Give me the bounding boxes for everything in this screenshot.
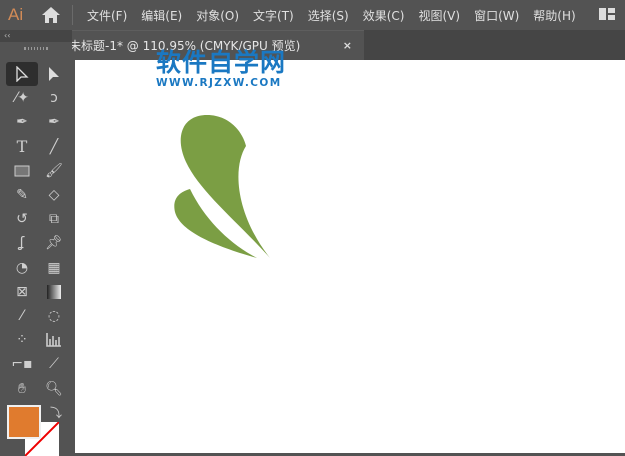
gradient-tool-icon[interactable] — [38, 280, 70, 304]
shaper-tool-icon[interactable]: ✎ — [6, 183, 38, 207]
leaf-artwork[interactable] — [75, 60, 625, 453]
divider — [72, 5, 73, 25]
menu-select[interactable]: 选择(S) — [308, 7, 349, 24]
lasso-tool-icon[interactable]: ↄ — [38, 86, 70, 110]
menu-file[interactable]: 文件(F) — [87, 7, 127, 24]
paintbrush-tool-icon[interactable]: 🖌︎ — [38, 159, 70, 183]
menu-type[interactable]: 文字(T) — [253, 7, 294, 24]
rotate-tool-icon[interactable]: ↺ — [6, 207, 38, 231]
watermark-url: WWW.RJZXW.COM — [156, 77, 282, 89]
eyedropper-tool-icon[interactable]: ⁄ — [6, 304, 38, 328]
direct-selection-tool-icon[interactable] — [38, 62, 70, 86]
menu-object[interactable]: 对象(O) — [196, 7, 239, 24]
menu-edit[interactable]: 编辑(E) — [141, 7, 182, 24]
line-segment-tool-icon[interactable]: ╱ — [38, 135, 70, 159]
magic-wand-tool-icon[interactable]: ⁄✦ — [6, 86, 38, 110]
app-logo: Ai — [8, 5, 24, 24]
rectangle-tool-icon[interactable] — [6, 159, 38, 183]
warp-tool-icon[interactable]: ʆ — [6, 231, 38, 255]
close-icon[interactable]: × — [343, 39, 352, 52]
menu-help[interactable]: 帮助(H) — [533, 7, 575, 24]
blend-tool-icon[interactable]: ◌ — [38, 304, 70, 328]
zoom-tool-icon[interactable]: 🔍︎ — [38, 376, 70, 400]
swap-fill-stroke-icon[interactable]: ⤵ — [50, 404, 62, 421]
perspective-grid-tool-icon[interactable]: ▦ — [38, 256, 70, 280]
watermark-title: 软件自学网 — [156, 48, 287, 77]
menu-view[interactable]: 视图(V) — [418, 7, 460, 24]
artboard-canvas[interactable] — [75, 60, 625, 453]
type-tool-icon[interactable]: T — [6, 135, 38, 159]
column-graph-tool-icon[interactable] — [38, 328, 70, 352]
menu-effect[interactable]: 效果(C) — [363, 7, 405, 24]
selection-tool-icon[interactable] — [6, 62, 38, 87]
collapse-panel-button[interactable]: ‹‹ — [0, 30, 72, 42]
watermark: 软件自学网 WWW.RJZXW.COM — [156, 48, 287, 90]
shape-builder-tool-icon[interactable]: ◔ — [6, 256, 38, 280]
fill-swatch[interactable] — [7, 405, 41, 439]
home-icon[interactable] — [36, 6, 66, 24]
mesh-tool-icon[interactable]: ⊠ — [6, 280, 38, 304]
hand-tool-icon[interactable]: ✋︎ — [6, 376, 38, 400]
workspace-layout-icon[interactable] — [599, 7, 615, 24]
artboard-tool-icon[interactable]: ⌐▪ — [6, 352, 38, 376]
slice-tool-icon[interactable]: ⟋ — [38, 352, 70, 376]
menu-window[interactable]: 窗口(W) — [474, 7, 519, 24]
scale-tool-icon[interactable]: ⧉ — [38, 207, 70, 231]
tool-grid: ⁄✦ ↄ ✒ ✒ T ╱ 🖌︎ ✎ ◇ ↺ ⧉ ʆ 📌︎ ◔ ▦ ⊠ ⁄ ◌ ⁘… — [6, 62, 70, 401]
curvature-tool-icon[interactable]: ✒ — [38, 110, 70, 134]
menu-bar: Ai 文件(F) 编辑(E) 对象(O) 文字(T) 选择(S) 效果(C) 视… — [0, 0, 625, 30]
panel-grip[interactable] — [0, 42, 72, 54]
symbol-sprayer-tool-icon[interactable]: ⁘ — [6, 328, 38, 352]
puppet-warp-tool-icon[interactable]: 📌︎ — [38, 231, 70, 255]
pen-tool-icon[interactable]: ✒ — [6, 110, 38, 134]
eraser-tool-icon[interactable]: ◇ — [38, 183, 70, 207]
